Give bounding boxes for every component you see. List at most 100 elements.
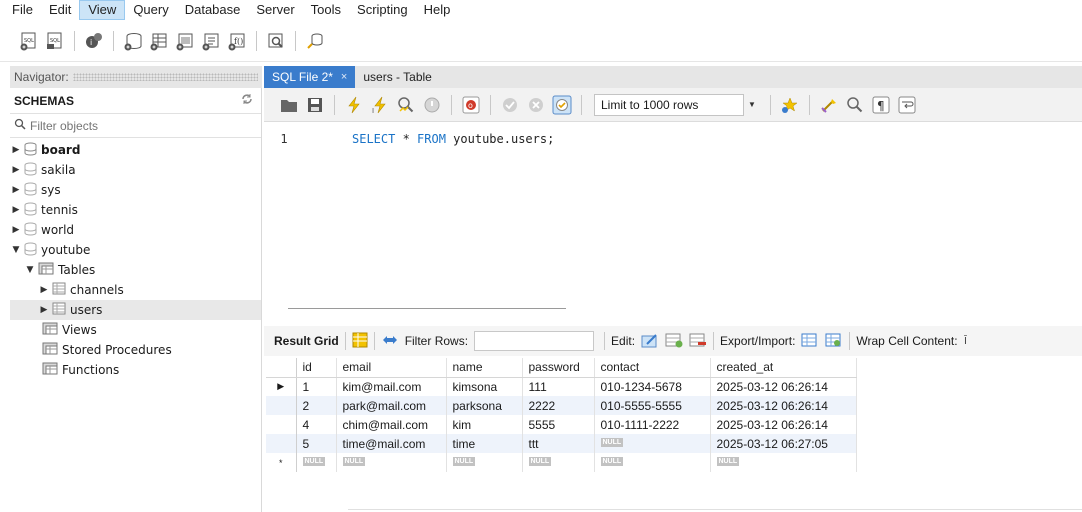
table-cell[interactable]: 5	[296, 434, 337, 453]
rollback-icon[interactable]	[525, 94, 547, 116]
navigator-grip[interactable]	[72, 73, 258, 81]
create-procedure-icon[interactable]	[200, 30, 222, 52]
menu-edit[interactable]: Edit	[41, 0, 79, 20]
table-cell[interactable]: kim@mail.com	[336, 377, 447, 396]
create-table-icon[interactable]	[148, 30, 170, 52]
column-header-password[interactable]: password	[522, 358, 595, 378]
reconnect-icon[interactable]	[304, 30, 326, 52]
table-cell[interactable]: kimsona	[446, 377, 523, 396]
insert-row-icon[interactable]	[665, 332, 683, 351]
table-cell[interactable]: NULL	[594, 453, 711, 472]
schema-tennis[interactable]: ▶ tennis	[10, 200, 261, 220]
explain-icon[interactable]	[395, 94, 417, 116]
create-function-icon[interactable]: f()	[226, 30, 248, 52]
table-cell[interactable]: 1	[296, 377, 337, 396]
column-header-created-at[interactable]: created_at	[710, 358, 857, 378]
new-row[interactable]: * NULL NULL NULL NULL NULL NULL	[266, 453, 857, 472]
schema-world[interactable]: ▶ world	[10, 220, 261, 240]
table-cell[interactable]: 2025-03-12 06:26:14	[710, 377, 857, 396]
code-line[interactable]: 1 SELECT * FROM youtube.users;	[264, 130, 554, 148]
add-snippet-icon[interactable]	[779, 94, 801, 116]
tables-node[interactable]: ▼ Tables	[10, 260, 261, 280]
table-row[interactable]: ▶ 1 kim@mail.com kimsona 111 010-1234-56…	[266, 377, 857, 396]
functions-node[interactable]: Functions	[10, 360, 261, 380]
table-cell[interactable]: NULL	[296, 453, 337, 472]
table-cell[interactable]: 2025-03-12 06:26:14	[710, 396, 857, 415]
table-cell[interactable]: 2025-03-12 06:27:05	[710, 434, 857, 453]
table-cell[interactable]: ttt	[522, 434, 595, 453]
table-cell[interactable]: NULL	[522, 453, 595, 472]
expand-arrow-icon[interactable]: ▶	[10, 205, 22, 215]
views-node[interactable]: Views	[10, 320, 261, 340]
editor-result-splitter[interactable]	[288, 308, 566, 309]
schema-sakila[interactable]: ▶ sakila	[10, 160, 261, 180]
table-cell[interactable]: time@mail.com	[336, 434, 447, 453]
table-cell[interactable]: time	[446, 434, 523, 453]
sql-editor[interactable]: 1 SELECT * FROM youtube.users;	[264, 122, 1082, 300]
table-cell[interactable]: 4	[296, 415, 337, 434]
table-cell[interactable]: NULL	[446, 453, 523, 472]
autocommit-icon[interactable]	[551, 94, 573, 116]
column-header-name[interactable]: name	[446, 358, 523, 378]
toggle-stop-on-error-icon[interactable]: o	[460, 94, 482, 116]
import-icon[interactable]	[825, 332, 843, 351]
result-grid-tab[interactable]: Result Grid	[274, 334, 339, 348]
tab-users-table[interactable]: users - Table	[355, 66, 439, 88]
tab-sql-file-2[interactable]: SQL File 2* ×	[264, 66, 356, 88]
table-cell[interactable]: 2025-03-12 06:26:14	[710, 415, 857, 434]
table-cell[interactable]: park@mail.com	[336, 396, 447, 415]
table-cell[interactable]: chim@mail.com	[336, 415, 447, 434]
sql-code[interactable]: SELECT * FROM youtube.users;	[352, 132, 554, 146]
beautify-icon[interactable]	[818, 94, 840, 116]
table-row[interactable]: 2 park@mail.com parksona 2222 010-5555-5…	[266, 396, 857, 415]
word-wrap-icon[interactable]	[896, 94, 918, 116]
stored-procedures-node[interactable]: Stored Procedures	[10, 340, 261, 360]
menu-help[interactable]: Help	[416, 0, 459, 20]
table-row[interactable]: 5 time@mail.com time ttt NULL 2025-03-12…	[266, 434, 857, 453]
table-users[interactable]: ▶ users	[10, 300, 261, 320]
expand-arrow-icon[interactable]: ▶	[10, 225, 22, 235]
open-sql-script-icon[interactable]: SQL	[44, 30, 66, 52]
commit-icon[interactable]	[499, 94, 521, 116]
menu-view[interactable]: View	[79, 0, 126, 20]
expand-arrow-icon[interactable]: ▶	[10, 185, 22, 195]
filter-objects-input[interactable]	[30, 118, 230, 133]
column-header-email[interactable]: email	[336, 358, 447, 378]
grid-view-icon[interactable]	[352, 332, 368, 351]
search-table-data-icon[interactable]	[265, 30, 287, 52]
table-cell[interactable]: 5555	[522, 415, 595, 434]
collapse-arrow-icon[interactable]: ▼	[24, 265, 36, 275]
create-view-icon[interactable]	[174, 30, 196, 52]
open-file-icon[interactable]	[278, 94, 300, 116]
expand-arrow-icon[interactable]: ▶	[38, 285, 50, 295]
expand-arrow-icon[interactable]: ▶	[38, 305, 50, 315]
delete-row-icon[interactable]	[689, 332, 707, 351]
menu-database[interactable]: Database	[177, 0, 249, 20]
table-cell[interactable]: NULL	[710, 453, 857, 472]
column-header-contact[interactable]: contact	[594, 358, 711, 378]
column-header-id[interactable]: id	[296, 358, 337, 378]
schema-board[interactable]: ▶ board	[10, 140, 261, 160]
filter-rows-input[interactable]	[474, 331, 595, 351]
refresh-schemas-icon[interactable]	[241, 93, 253, 108]
schema-sys[interactable]: ▶ sys	[10, 180, 261, 200]
collapse-arrow-icon[interactable]: ▼	[10, 245, 22, 255]
menu-server[interactable]: Server	[248, 0, 302, 20]
menu-query[interactable]: Query	[125, 0, 176, 20]
table-row[interactable]: 4 chim@mail.com kim 5555 010-1111-2222 2…	[266, 415, 857, 434]
close-icon[interactable]: ×	[341, 71, 347, 83]
table-cell[interactable]: NULL	[336, 453, 447, 472]
table-cell[interactable]: 010-5555-5555	[594, 396, 711, 415]
execute-current-icon[interactable]: I	[369, 94, 391, 116]
menu-file[interactable]: File	[4, 0, 41, 20]
table-cell[interactable]: 2	[296, 396, 337, 415]
stop-icon[interactable]	[421, 94, 443, 116]
table-cell[interactable]: 2222	[522, 396, 595, 415]
new-sql-tab-icon[interactable]: SQL	[18, 30, 40, 52]
save-icon[interactable]	[304, 94, 326, 116]
table-cell[interactable]: 111	[522, 377, 595, 396]
chevron-down-icon[interactable]: ▼	[748, 94, 762, 116]
edit-cell-icon[interactable]	[641, 332, 659, 351]
find-replace-icon[interactable]	[844, 94, 866, 116]
inspector-icon[interactable]: i	[83, 30, 105, 52]
